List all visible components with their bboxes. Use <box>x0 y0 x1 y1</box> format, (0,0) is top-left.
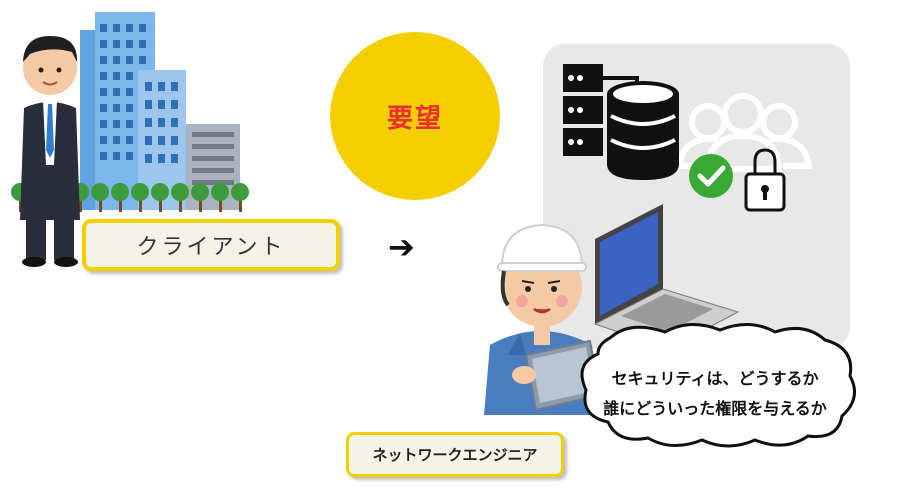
request-label: 要望 <box>386 103 443 134</box>
speech-line-1: セキュリティは、どうするか <box>611 369 819 388</box>
building-icon <box>80 12 240 210</box>
request-circle: 要望 <box>330 32 500 200</box>
client-label: クライアント <box>82 219 340 271</box>
engineer-label: ネットワークエンジニア <box>346 432 564 477</box>
check-icon <box>689 154 733 198</box>
database-icon <box>607 81 679 180</box>
arrow-right-icon: ➔ <box>388 228 415 266</box>
speech-bubble-text: セキュリティは、どうするか 誰にどういった権限を与えるか <box>590 364 840 424</box>
businessman-icon <box>20 36 80 267</box>
speech-line-2: 誰にどういった権限を与えるか <box>603 399 827 418</box>
